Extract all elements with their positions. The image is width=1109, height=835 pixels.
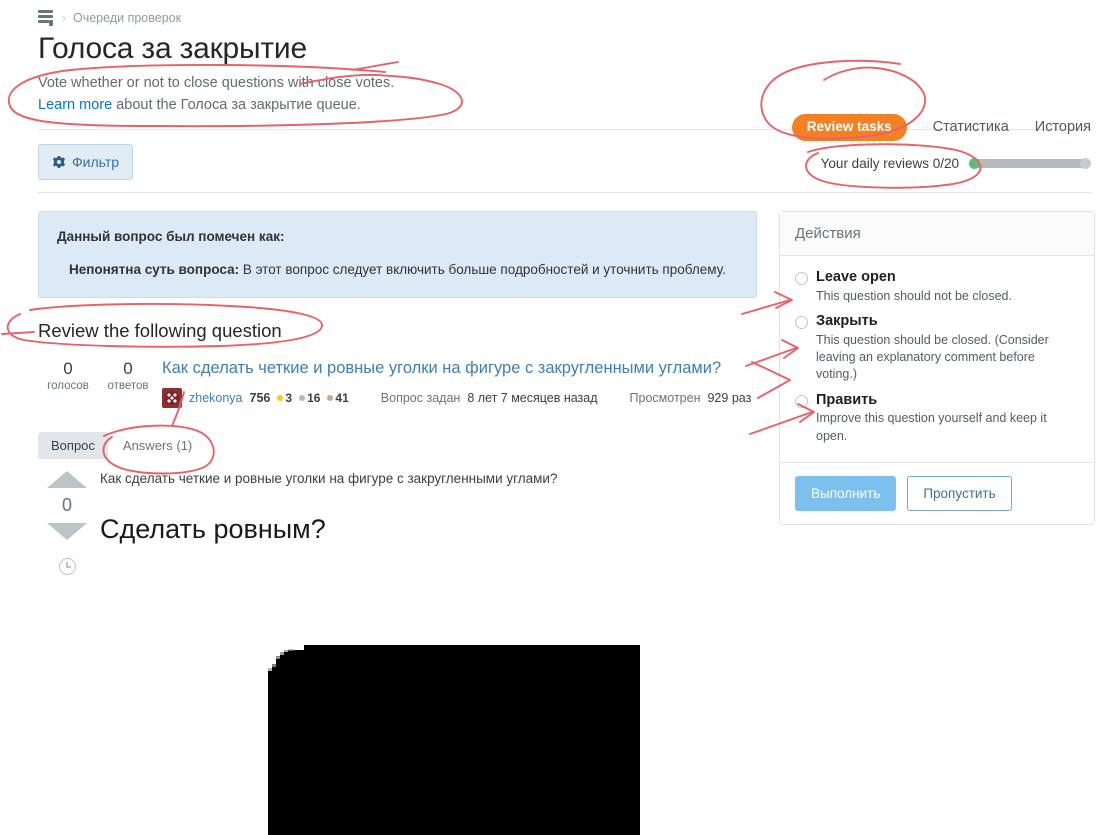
action-option-edit[interactable]: Править Improve this question yourself a… (795, 391, 1079, 445)
tab-answers[interactable]: Answers (1) (110, 432, 205, 459)
review-queue-page: › Очереди проверок Голоса за закрытие Vo… (0, 0, 1109, 835)
question-body: Как сделать четкие и ровные уголки на фи… (158, 358, 757, 409)
actions-options: Leave open This question should not be c… (780, 256, 1094, 462)
flag-notice-heading: Данный вопрос был помечен как: (57, 228, 285, 244)
option-desc-edit: Improve this question yourself and keep … (816, 411, 1047, 443)
radio-close[interactable] (795, 316, 808, 330)
skip-button[interactable]: Пропустить (907, 475, 1012, 511)
filter-button[interactable]: Фильтр (38, 143, 134, 180)
flag-reason-title: Непонятна суть вопроса: (69, 262, 240, 278)
silver-badge-icon (299, 395, 306, 402)
answer-heading: Сделать ровным? (100, 514, 326, 545)
page-title: Голоса за закрытие (38, 32, 307, 65)
actions-card-footer: Выполнить Пропустить (780, 461, 1094, 524)
breadcrumb-separator: › (62, 11, 66, 25)
quoted-question: Как сделать четкие и ровные уголки на фи… (100, 471, 558, 487)
flag-notice: Данный вопрос был помечен как: Непонятна… (38, 210, 757, 299)
question-summary: 0 голосов 0 ответов Как сделать четкие и… (38, 358, 757, 409)
avatar[interactable] (162, 388, 182, 409)
radio-edit[interactable] (795, 394, 808, 408)
tab-question[interactable]: Вопрос (38, 432, 108, 460)
actions-column: Действия Leave open This question should… (779, 210, 1095, 525)
main-content: Данный вопрос был помечен как: Непонятна… (0, 193, 1109, 576)
option-desc-leave-open: This question should not be closed. (816, 288, 1012, 303)
learn-more-link[interactable]: Learn more (38, 97, 112, 113)
question-title-link[interactable]: Как сделать четкие и ровные уголки на фи… (162, 358, 757, 379)
radio-leave-open[interactable] (795, 271, 808, 285)
votes-label: голосов (47, 379, 89, 392)
votes-stat: 0 голосов (38, 358, 98, 408)
gold-badge: 3 (277, 391, 292, 405)
upvote-icon[interactable] (47, 471, 87, 489)
bronze-badge-icon (327, 395, 334, 402)
bronze-badge-count: 41 (335, 391, 349, 406)
question-meta: zhekonya 756 3 16 41 Вопрос задан 8 лет … (162, 388, 757, 409)
option-label-leave-open: Leave open (816, 268, 896, 285)
review-column: Данный вопрос был помечен как: Непонятна… (38, 210, 757, 576)
daily-reviews-label: Your daily reviews 0/20 (820, 155, 959, 171)
asked-label: Вопрос задан (380, 391, 461, 406)
answer-post: 0 Как сделать четкие и ровные уголки на … (38, 469, 757, 576)
action-option-close[interactable]: Закрыть This question should be closed. … (795, 312, 1079, 384)
subtitle-line-2-rest: about the Голоса за закрытие queue. (112, 97, 361, 114)
gear-icon (52, 155, 66, 169)
post-body: Как сделать четкие и ровные уголки на фи… (96, 469, 757, 575)
gold-badge-icon (277, 395, 284, 402)
breadcrumb-link-review-queues[interactable]: Очереди проверок (73, 11, 181, 25)
vote-cell: 0 (38, 469, 96, 576)
gold-badge-count: 3 (285, 391, 293, 406)
answers-stat: 0 ответов (98, 358, 158, 408)
author-link[interactable]: zhekonya (189, 391, 243, 405)
option-desc-close: This question should be closed. (Conside… (816, 332, 1049, 382)
silver-badge-count: 16 (307, 391, 321, 406)
history-icon[interactable] (58, 558, 76, 576)
asked-time: 8 лет 7 месяцев назад (467, 391, 598, 406)
filter-button-label: Фильтр (72, 153, 120, 170)
vote-score: 0 (61, 495, 72, 516)
bronze-badge: 41 (327, 391, 349, 406)
views-value: 929 раз (707, 391, 752, 406)
daily-reviews: Your daily reviews 0/20 (821, 156, 1091, 171)
answers-count: 0 (123, 359, 133, 379)
flag-notice-reason: Непонятна суть вопроса: В этот вопрос сл… (57, 260, 738, 280)
answer-screenshot-image (268, 645, 640, 835)
review-heading: Review the following question (38, 320, 282, 342)
submit-button[interactable]: Выполнить (795, 475, 897, 511)
post-tabs: Вопрос Answers (1) (38, 432, 757, 460)
silver-badge: 16 (299, 391, 320, 405)
subtitle-line-1: Vote whether or not to close questions w… (38, 75, 395, 91)
action-option-leave-open[interactable]: Leave open This question should not be c… (795, 268, 1079, 305)
reputation: 756 (249, 391, 271, 406)
progress-start-dot (969, 157, 980, 169)
page-header: Голоса за закрытие Vote whether or not t… (0, 32, 1109, 141)
answers-label: ответов (107, 379, 149, 392)
stacks-icon[interactable] (38, 10, 55, 26)
views-label: Просмотрен (629, 391, 701, 406)
page-subtitle: Vote whether or not to close questions w… (38, 72, 1091, 117)
actions-card: Действия Leave open This question should… (779, 210, 1095, 525)
breadcrumb: › Очереди проверок (0, 0, 1109, 26)
votes-count: 0 (63, 359, 73, 379)
flag-reason-text: В этот вопрос следует включить больше по… (239, 262, 726, 278)
actions-card-title: Действия (780, 211, 1094, 256)
option-label-close: Закрыть (816, 313, 878, 330)
daily-reviews-progress (969, 157, 1091, 169)
option-label-edit: Править (816, 391, 878, 408)
toolbar: Фильтр Your daily reviews 0/20 (0, 130, 1109, 192)
downvote-icon[interactable] (47, 523, 87, 541)
progress-end-dot (1080, 157, 1091, 169)
